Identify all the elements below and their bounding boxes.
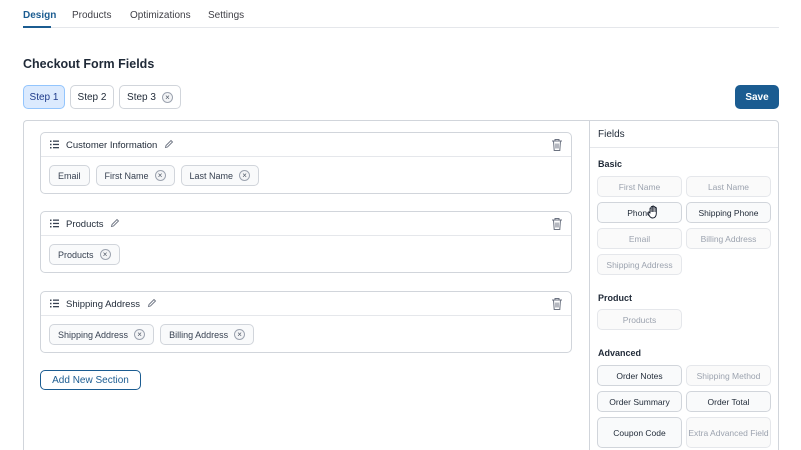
chip-label: Billing Address — [169, 329, 229, 340]
section-header: Shipping Address — [41, 292, 571, 316]
group-title-advanced: Advanced — [598, 348, 642, 358]
pencil-icon[interactable] — [110, 218, 120, 228]
field-option-shipping-phone[interactable]: Shipping Phone — [686, 202, 771, 223]
field-option-first-name[interactable]: First Name — [597, 176, 682, 197]
close-icon[interactable]: × — [154, 170, 166, 181]
tab-optimizations[interactable]: Optimizations — [130, 10, 191, 21]
field-option-order-summary[interactable]: Order Summary — [597, 391, 682, 412]
field-chip-shipping-address[interactable]: Shipping Address × — [49, 324, 155, 345]
drag-handle-icon[interactable] — [50, 140, 59, 149]
section-customer-information: Customer Information Email First Name × L… — [40, 132, 572, 194]
group-title-basic: Basic — [598, 159, 623, 169]
fields-panel: Fields Basic First Name Last Name Phone … — [589, 120, 779, 450]
field-chip-billing-address[interactable]: Billing Address × — [160, 324, 255, 345]
close-icon[interactable]: × — [99, 249, 111, 260]
drag-handle-icon[interactable] — [50, 219, 59, 228]
field-option-coupon-code[interactable]: Coupon Code — [597, 417, 682, 448]
close-icon[interactable]: × — [134, 329, 146, 340]
field-option-billing-address[interactable]: Billing Address — [686, 228, 771, 249]
pencil-icon[interactable] — [147, 298, 157, 308]
section-title-text: Shipping Address — [66, 299, 140, 310]
chip-label: Last Name — [189, 170, 234, 181]
close-icon[interactable]: × — [239, 170, 251, 181]
section-header: Customer Information — [41, 133, 571, 157]
section-fields: Email First Name × Last Name × — [49, 165, 260, 186]
save-button[interactable]: Save — [735, 85, 779, 109]
section-title: Products — [66, 218, 120, 230]
group-title-product: Product — [598, 293, 633, 303]
step-1-button[interactable]: Step 1 — [23, 85, 65, 109]
section-fields: Products × — [49, 244, 120, 265]
field-option-phone[interactable]: Phone — [597, 202, 682, 223]
field-option-email[interactable]: Email — [597, 228, 682, 249]
field-chip-email[interactable]: Email — [49, 165, 90, 186]
step-label: Step 3 — [127, 91, 156, 103]
step-3-button[interactable]: Step 3 × — [119, 85, 181, 109]
section-shipping-address: Shipping Address Shipping Address × Billi… — [40, 291, 572, 353]
field-option-extra-advanced-field[interactable]: Extra Advanced Field — [686, 417, 771, 448]
field-option-shipping-address[interactable]: Shipping Address — [597, 254, 682, 275]
top-tabs: Design Products Optimizations Settings — [23, 0, 779, 28]
page-title: Checkout Form Fields — [23, 57, 155, 71]
field-chip-products[interactable]: Products × — [49, 244, 120, 265]
grab-hand-cursor-icon — [647, 205, 657, 219]
section-title: Customer Information — [66, 139, 174, 151]
section-fields: Shipping Address × Billing Address × — [49, 324, 255, 345]
section-title-text: Products — [66, 219, 104, 230]
step-label: Step 1 — [29, 91, 59, 103]
tab-products[interactable]: Products — [72, 10, 111, 21]
section-title-text: Customer Information — [66, 140, 158, 151]
field-option-order-notes[interactable]: Order Notes — [597, 365, 682, 386]
step-label: Step 2 — [77, 91, 107, 103]
chip-label: Products — [58, 249, 94, 260]
section-title: Shipping Address — [66, 298, 157, 310]
add-new-section-button[interactable]: Add New Section — [40, 370, 141, 390]
chip-label: First Name — [104, 170, 149, 181]
section-header: Products — [41, 212, 571, 236]
pencil-icon[interactable] — [164, 139, 174, 149]
field-option-products[interactable]: Products — [597, 309, 682, 330]
tab-settings[interactable]: Settings — [208, 10, 244, 21]
field-option-last-name[interactable]: Last Name — [686, 176, 771, 197]
fields-panel-header: Fields — [590, 121, 778, 148]
field-chip-first-name[interactable]: First Name × — [95, 165, 175, 186]
trash-icon[interactable] — [551, 297, 563, 311]
tab-design[interactable]: Design — [23, 10, 56, 21]
close-icon[interactable]: × — [234, 329, 246, 340]
close-icon[interactable]: × — [161, 91, 173, 103]
active-tab-indicator — [23, 26, 51, 28]
field-option-order-total[interactable]: Order Total — [686, 391, 771, 412]
field-chip-last-name[interactable]: Last Name × — [180, 165, 260, 186]
fields-panel-title: Fields — [598, 129, 625, 140]
chip-label: Email — [58, 170, 81, 181]
drag-handle-icon[interactable] — [50, 299, 59, 308]
trash-icon[interactable] — [551, 217, 563, 231]
trash-icon[interactable] — [551, 138, 563, 152]
step-2-button[interactable]: Step 2 — [70, 85, 114, 109]
section-products: Products Products × — [40, 211, 572, 273]
field-option-shipping-method[interactable]: Shipping Method — [686, 365, 771, 386]
chip-label: Shipping Address — [58, 329, 129, 340]
